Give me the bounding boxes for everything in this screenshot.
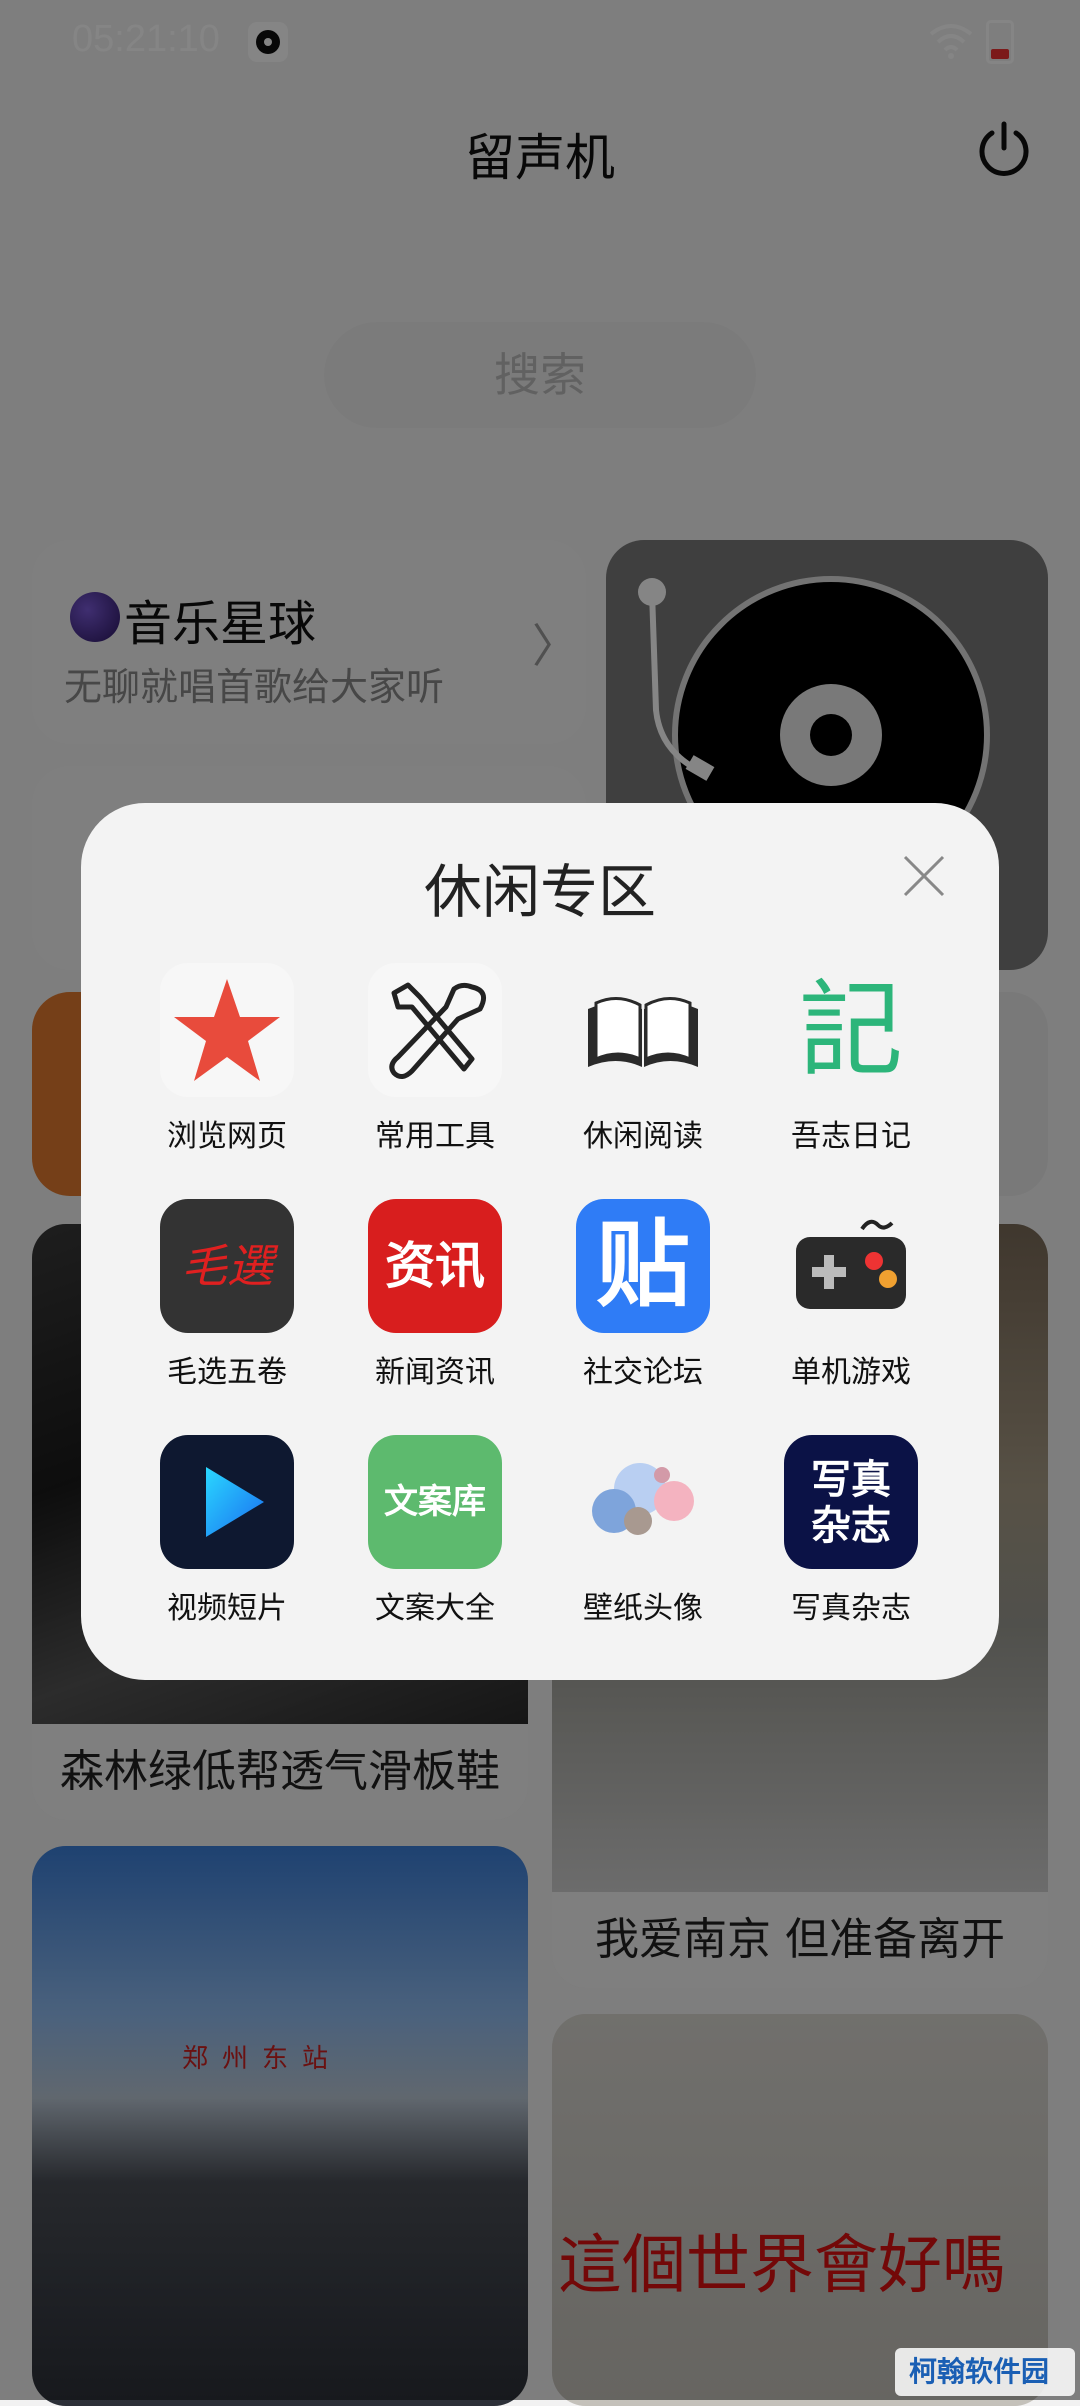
wallpaper-icon [576, 1435, 710, 1569]
tile-label: 单机游戏 [791, 1355, 911, 1390]
copywriting-icon: 文案库 [368, 1435, 502, 1569]
tile-tools[interactable]: 常用工具 [335, 963, 535, 1193]
tile-games[interactable]: 单机游戏 [751, 1199, 951, 1429]
close-icon[interactable] [901, 853, 947, 899]
dialog-title: 休闲专区 [423, 858, 656, 926]
tile-label: 视频短片 [167, 1591, 287, 1626]
tile-label: 文案大全 [375, 1591, 495, 1626]
mao-selection-icon: 毛選 [160, 1199, 294, 1333]
tile-label: 新闻资讯 [375, 1355, 495, 1390]
tile-news[interactable]: 资讯 新闻资讯 [335, 1199, 535, 1429]
star-icon [160, 963, 294, 1097]
tile-reading[interactable]: 休闲阅读 [543, 963, 743, 1193]
tile-label: 写真杂志 [791, 1591, 911, 1626]
watermark-logo: 柯翰软件园 [895, 2348, 1075, 2396]
tile-label: 常用工具 [375, 1119, 495, 1154]
tile-label: 壁纸头像 [583, 1591, 703, 1626]
tile-magazine[interactable]: 写真杂志 写真杂志 [751, 1435, 951, 1665]
tile-label: 浏览网页 [167, 1119, 287, 1154]
tile-videos[interactable]: 视频短片 [127, 1435, 327, 1665]
forum-icon: 贴 [576, 1199, 710, 1333]
tile-copywriting[interactable]: 文案库 文案大全 [335, 1435, 535, 1665]
news-icon: 资讯 [368, 1199, 502, 1333]
diary-icon: 記 [784, 963, 918, 1097]
tools-icon [368, 963, 502, 1097]
gamepad-icon [784, 1199, 918, 1333]
magazine-icon: 写真杂志 [784, 1435, 918, 1569]
tile-label: 社交论坛 [583, 1355, 703, 1390]
tile-mao-selection[interactable]: 毛選 毛选五卷 [127, 1199, 327, 1429]
tile-diary[interactable]: 記 吾志日记 [751, 963, 951, 1193]
tile-label: 休闲阅读 [583, 1119, 703, 1154]
tile-label: 毛选五卷 [167, 1355, 287, 1390]
tile-label: 吾志日记 [791, 1119, 911, 1154]
book-icon [576, 963, 710, 1097]
leisure-zone-dialog: 休闲专区 浏览网页 常用工具 休闲阅读 記 吾志日记 毛選 毛选五卷 资讯 新闻… [81, 803, 999, 1680]
tile-forum[interactable]: 贴 社交论坛 [543, 1199, 743, 1429]
tile-wallpaper[interactable]: 壁纸头像 [543, 1435, 743, 1665]
tile-browse-web[interactable]: 浏览网页 [127, 963, 327, 1193]
play-icon [160, 1435, 294, 1569]
